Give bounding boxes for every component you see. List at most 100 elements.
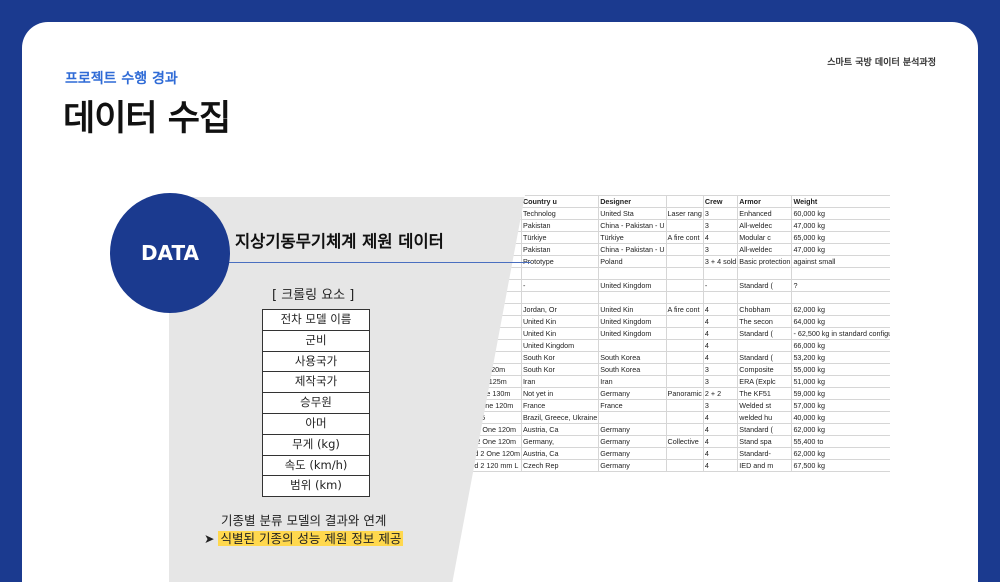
table-row: Leopard 2 120 mm L Czech Rep Germany 4 IED a… xyxy=(450,459,890,472)
table-cell: 55,400 to xyxy=(791,435,890,448)
table-cell: 3 xyxy=(702,219,739,232)
connector-line xyxy=(219,262,531,263)
table-row: eopard 2 One 120m Germany, Germany Collecti… xyxy=(450,435,890,448)
crawl-item: 사용국가 xyxy=(262,351,370,373)
table-row: eopard 2 One 120m Austria, Ca Germany 4 Stan… xyxy=(450,423,890,436)
spreadsheet-header-cell: Crew xyxy=(702,195,739,208)
crawl-item: 군비 xyxy=(262,330,370,352)
table-cell xyxy=(665,339,704,352)
table-cell: South Kor xyxy=(520,351,600,364)
table-cell: 59,000 kg xyxy=(791,387,890,400)
table-cell: 62,000 kg xyxy=(791,447,890,460)
table-row: e 120 nUnited KinUnited Kingdom4The seco… xyxy=(450,315,890,328)
table-cell: Composite xyxy=(737,363,793,376)
table-cell: United Kingdom xyxy=(520,339,600,352)
table-cell: 47,000 kg xyxy=(791,243,890,256)
table-cell: South Korea xyxy=(598,351,667,364)
table-cell xyxy=(598,411,667,424)
table-row: ack F One 120mSouth KorSouth Korea3Compo… xyxy=(450,363,890,376)
table-cell: South Korea xyxy=(598,363,667,376)
table-cell: Jordan, Or xyxy=(520,303,600,316)
table-cell xyxy=(665,255,704,268)
table-cell: 57,000 kg xyxy=(791,399,890,412)
table-cell: against small xyxy=(791,255,890,268)
table-cell: Standard ( xyxy=(737,423,793,436)
table-cell: Standard ( xyxy=(737,327,793,340)
table-cell: Panoramic xyxy=(665,387,704,400)
table-cell: Germany, xyxy=(520,435,600,448)
table-cell: Standard ( xyxy=(737,279,793,292)
table-cell: United Kin xyxy=(520,315,600,328)
table-cell: Prototype xyxy=(520,255,600,268)
table-cell: Laser rang xyxy=(665,207,704,220)
table-cell: 3 xyxy=(702,207,739,220)
crawl-item: 승무원 xyxy=(262,393,370,414)
table-cell: Austria, Ca xyxy=(520,423,600,436)
table-cell: All-weldec xyxy=(737,243,793,256)
table-cell: 64,000 kg xyxy=(791,315,890,328)
table-cell: Standard- xyxy=(737,447,793,460)
table-cell xyxy=(665,267,704,280)
table-row: nger 3 MBTUnited Kingdom466,000 kgLength… xyxy=(450,339,890,352)
table-cell: Basic protection xyxy=(737,255,793,268)
table-cell: Iran xyxy=(598,375,667,388)
table-cell: Poland xyxy=(598,255,667,268)
table-cell xyxy=(665,243,704,256)
spreadsheet-header-cell: Designer xyxy=(598,195,667,208)
table-cell: 53,200 kg xyxy=(791,351,890,364)
table-cell: - xyxy=(520,279,600,292)
table-cell: 4 xyxy=(702,327,739,340)
table-cell: China - Pakistan - U xyxy=(598,219,667,232)
table-cell: - xyxy=(702,279,739,292)
table-cell: 47,000 kg xyxy=(791,219,890,232)
table-cell: 2 + 2 xyxy=(702,387,739,400)
crawl-item: 아머 xyxy=(262,413,370,435)
table-row: ar MB One 125mIranIran3ERA (Explc51,000 … xyxy=(450,375,890,388)
table-cell xyxy=(665,375,704,388)
note-line-1: 기종별 분류 모델의 결과와 연계 xyxy=(221,513,387,528)
table-cell xyxy=(737,339,793,352)
spreadsheet-header-cell: Armor xyxy=(737,195,793,208)
table-cell xyxy=(737,267,793,280)
table-cell: Pakistan xyxy=(520,219,600,232)
table-cell: Pakistan xyxy=(520,243,600,256)
table-cell: Technolog xyxy=(520,207,600,220)
table-cell: South Kor xyxy=(520,363,600,376)
table-cell: United Kingdom xyxy=(598,279,667,292)
table-cell xyxy=(598,267,667,280)
table-cell xyxy=(665,219,704,232)
table-cell: 62,000 kg xyxy=(791,303,890,316)
table-cell: 3 xyxy=(702,375,739,388)
table-cell: Germany xyxy=(598,459,667,472)
table-cell xyxy=(665,351,704,364)
table-cell: United Kin xyxy=(520,327,600,340)
table-cell: Türkiye xyxy=(520,231,600,244)
table-cell xyxy=(665,459,704,472)
table-row xyxy=(450,267,890,280)
table-cell: welded hu xyxy=(737,411,793,424)
table-row: e 120mJordan, OrUnited KinA fire cont4Ch… xyxy=(450,303,890,316)
crawl-item: 속도 (km/h) xyxy=(262,455,370,477)
crawl-item: 범위 (km) xyxy=(262,476,370,498)
table-cell: 3 xyxy=(702,363,739,376)
table-cell: 4 xyxy=(702,411,739,424)
spreadsheet-header-cell xyxy=(665,195,704,208)
table-cell xyxy=(665,291,704,304)
table-cell: Modular c xyxy=(737,231,793,244)
table-cell xyxy=(665,423,704,436)
table-cell xyxy=(665,279,704,292)
table-cell: Austria, Ca xyxy=(520,447,600,460)
table-cell: 65,000 kg xyxy=(791,231,890,244)
table-cell: Standard ( xyxy=(737,351,793,364)
table-cell: Not yet in xyxy=(520,387,600,400)
table-cell: ERA (Explc xyxy=(737,375,793,388)
table-row: .1 Pant One 130mNot yet inGermanyPanoram… xyxy=(450,387,890,400)
note-line-2: ➤ 식별된 기종의 성능 제원 정보 제공 xyxy=(204,528,404,547)
table-cell: 60,000 kg xyxy=(791,207,890,220)
table-cell xyxy=(791,291,890,304)
table-cell: Welded st xyxy=(737,399,793,412)
table-cell: Czech Rep xyxy=(520,459,600,472)
table-row: opard 1A5Brazil, Greece, Ukraine4welded … xyxy=(450,411,890,424)
table-cell: 4 xyxy=(702,303,739,316)
table-cell: United Kingdom xyxy=(598,315,667,328)
